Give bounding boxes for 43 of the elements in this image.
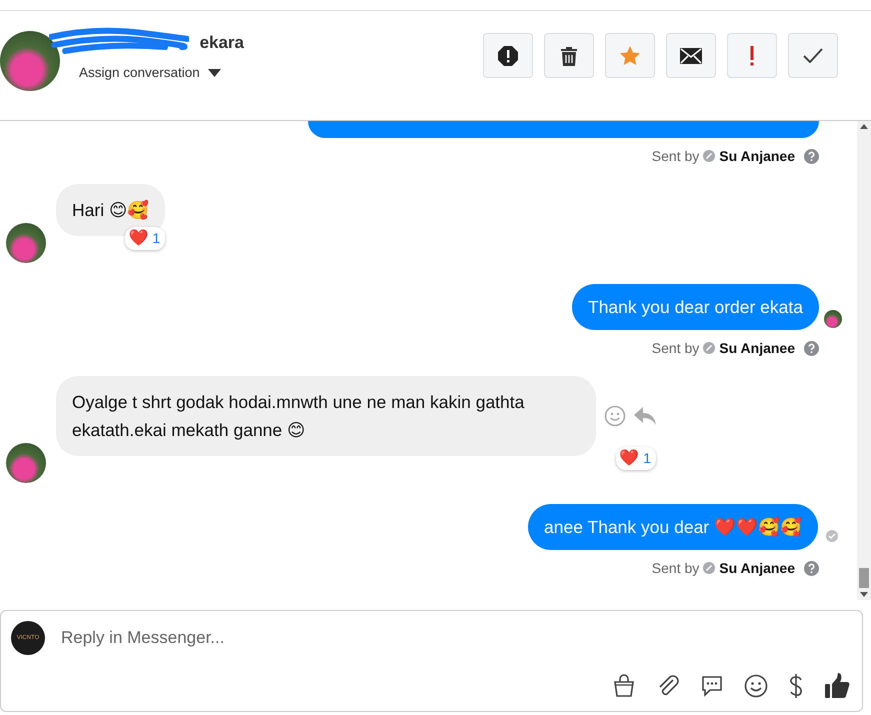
mark-unread-button[interactable]: [666, 33, 716, 78]
shopping-bag-icon[interactable]: [612, 674, 636, 698]
spam-button[interactable]: [483, 33, 533, 78]
dollar-icon[interactable]: [788, 674, 804, 698]
star-icon: [620, 46, 640, 65]
exclamation-icon: [750, 46, 754, 66]
sent-by-label: Sent by: [652, 148, 700, 164]
delete-button[interactable]: [544, 33, 594, 78]
scrollbar-thumb[interactable]: [859, 568, 869, 588]
star-button[interactable]: [605, 33, 655, 78]
message-bubble: Thank you dear order ekata: [572, 284, 819, 330]
sent-by-label: Sent by: [652, 560, 700, 576]
contact-avatar: [6, 443, 46, 483]
thumbs-up-icon[interactable]: [824, 673, 850, 699]
blocked-circle-icon: [703, 562, 716, 574]
envelope-icon: [680, 48, 702, 64]
contact-avatar: [6, 223, 46, 263]
reaction-badge[interactable]: ❤ 1: [616, 447, 656, 470]
sender-name: Su Anjanee: [719, 560, 795, 576]
sent-by-label: Sent by: [652, 340, 700, 356]
blocked-circle-icon: [703, 342, 716, 354]
scroll-down-icon[interactable]: [860, 592, 868, 597]
blocked-circle-icon: [703, 150, 716, 162]
important-button[interactable]: [727, 33, 777, 78]
checkmark-icon: [803, 48, 823, 63]
message-bubble: Oyalge t shrt godak hodai.mnwth une ne man kakin gathta ekatath.ekai mekath ganne 😊: [56, 376, 596, 456]
help-icon[interactable]: [804, 340, 819, 356]
help-icon[interactable]: [804, 560, 819, 576]
done-button[interactable]: [788, 33, 838, 78]
scroll-up-icon[interactable]: [860, 124, 868, 129]
emoji-icon[interactable]: [744, 674, 768, 698]
contact-name: ekara: [200, 33, 244, 54]
assign-conversation-dropdown[interactable]: Assign conversation: [79, 65, 244, 80]
contact-avatar: [0, 30, 60, 90]
message-bubble: anee Thank you dear ❤❤🥰🥰: [528, 504, 818, 550]
alert-octagon-icon: [498, 46, 518, 66]
sender-name: Su Anjanee: [719, 148, 795, 164]
chat-bubble-icon[interactable]: [700, 674, 724, 698]
help-icon[interactable]: [804, 148, 819, 164]
caret-icon: [208, 68, 221, 76]
scrollbar[interactable]: [857, 121, 871, 600]
sender-name: Su Anjanee: [719, 340, 795, 356]
trash-icon: [560, 46, 578, 66]
